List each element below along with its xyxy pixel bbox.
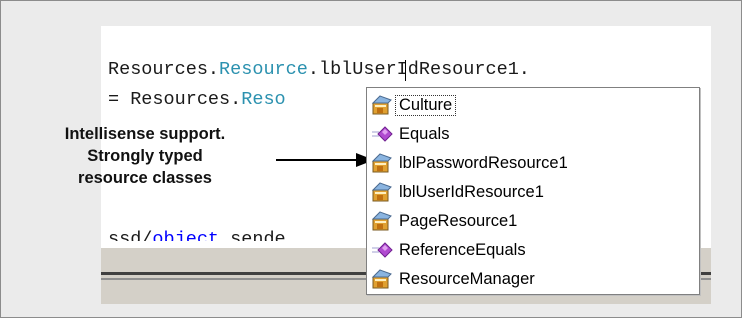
completion-label: Culture [394, 94, 457, 116]
property-icon [371, 181, 393, 203]
completion-label: ResourceManager [399, 269, 535, 288]
type-name: Reso [241, 89, 286, 110]
property-icon [371, 268, 393, 290]
completion-label: lblUserIdResource1 [399, 182, 544, 201]
completion-label: PageResource1 [399, 211, 518, 230]
annotation-callout: Intellisense support. Strongly typed res… [12, 123, 278, 189]
type-name: Resource [219, 59, 308, 80]
property-icon [371, 94, 393, 116]
completion-item[interactable]: Culture [371, 92, 695, 118]
code-line-3[interactable]: ssd/object sende [108, 229, 286, 241]
annotation-line: Intellisense support. [64, 125, 226, 143]
completion-label: Equals [399, 124, 450, 143]
method-icon [371, 123, 393, 145]
annotation-line: Strongly typed [87, 147, 203, 165]
property-icon [371, 152, 393, 174]
code-text: Resources. [108, 59, 220, 80]
text-caret [405, 60, 406, 81]
intellisense-popup[interactable]: Culture Equals lblPasswordResource1 lblU… [366, 87, 700, 295]
code-line-2[interactable]: = Resources.Reso [108, 89, 286, 111]
keyword: object [152, 229, 220, 241]
property-icon [371, 210, 393, 232]
completion-item[interactable]: ReferenceEquals [371, 237, 695, 263]
code-line-1[interactable]: Resources.Resource.lblUserIdResource1. [108, 59, 530, 81]
completion-item[interactable]: lblPasswordResource1 [371, 150, 695, 176]
completion-item[interactable]: Equals [371, 121, 695, 147]
arrow-right-icon [276, 153, 374, 167]
code-text: sende [219, 229, 286, 241]
code-text: .lblUserIdResource1. [307, 59, 530, 80]
annotation-line: resource classes [78, 169, 212, 187]
method-icon [371, 239, 393, 261]
code-text: ssd/ [108, 229, 153, 241]
completion-item[interactable]: ResourceManager [371, 266, 695, 292]
completion-item[interactable]: PageResource1 [371, 208, 695, 234]
completion-item[interactable]: lblUserIdResource1 [371, 179, 695, 205]
completion-label: lblPasswordResource1 [399, 153, 568, 172]
code-text: = Resources. [108, 89, 242, 110]
completion-label: ReferenceEquals [399, 240, 526, 259]
